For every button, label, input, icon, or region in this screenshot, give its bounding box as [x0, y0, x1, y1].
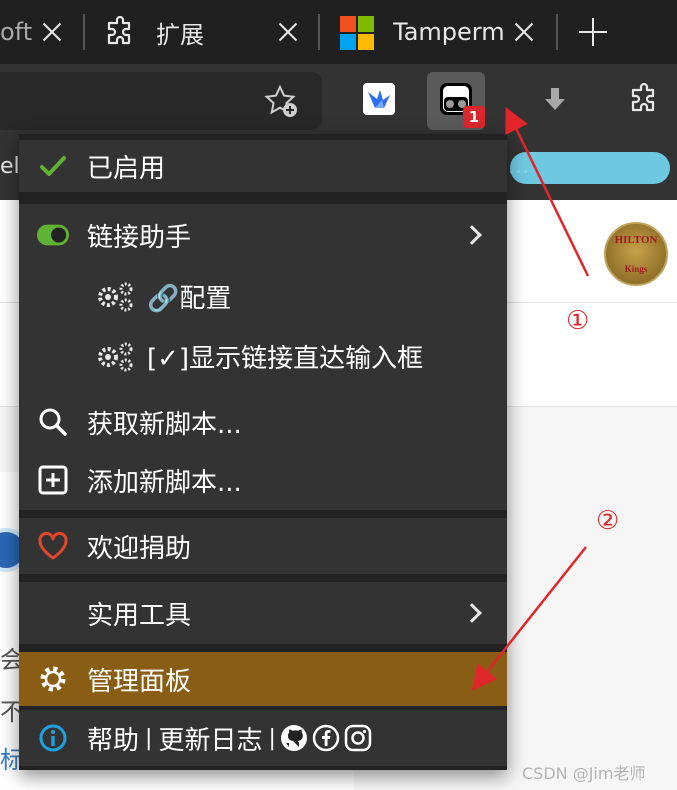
arrow-to-dashboard: [471, 546, 587, 691]
watermark: CSDN @Jim老师: [522, 764, 646, 783]
arrow-to-extension: [505, 107, 590, 277]
annotation-marker-2: ②: [596, 506, 620, 536]
annotation-marker-1: ①: [566, 306, 590, 336]
annotation-arrows: [471, 107, 590, 691]
